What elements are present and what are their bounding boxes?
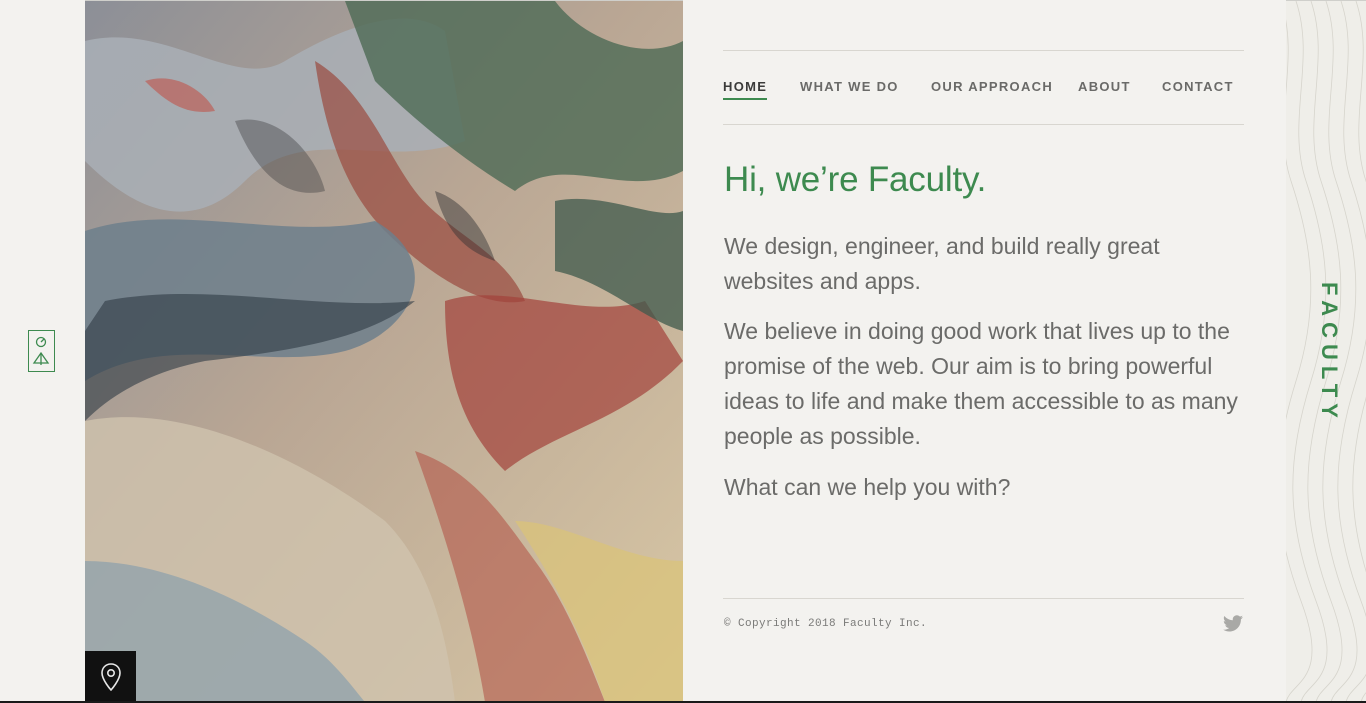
map-pin-icon — [100, 662, 121, 691]
intro-paragraph: We design, engineer, and build really gr… — [724, 233, 1160, 294]
nav-item-contact[interactable]: CONTACT — [1162, 79, 1234, 98]
nav-item-about[interactable]: ABOUT — [1078, 79, 1131, 98]
main-nav: HOME WHAT WE DO OUR APPROACH ABOUT CONTA… — [723, 50, 1244, 125]
left-rail — [0, 0, 85, 703]
location-button[interactable] — [85, 651, 136, 702]
brand-wordmark: FACULTY — [1317, 282, 1342, 424]
page-headline: Hi, we’re Faculty. — [724, 160, 987, 199]
twitter-icon[interactable] — [1223, 615, 1243, 637]
mission-paragraph: We believe in doing good work that lives… — [724, 318, 1238, 449]
nav-item-our-approach[interactable]: OUR APPROACH — [931, 79, 1053, 98]
footer-divider — [723, 598, 1244, 599]
help-question: What can we help you with? — [724, 474, 1011, 500]
content-panel: HOME WHAT WE DO OUR APPROACH ABOUT CONTA… — [683, 0, 1286, 703]
hero-aerial-photo — [85, 1, 683, 702]
faculty-logo-icon[interactable] — [28, 330, 55, 372]
nav-item-what-we-do[interactable]: WHAT WE DO — [800, 79, 899, 98]
nav-item-home[interactable]: HOME — [723, 79, 768, 100]
copyright-text: © Copyright 2018 Faculty Inc. — [724, 618, 928, 630]
